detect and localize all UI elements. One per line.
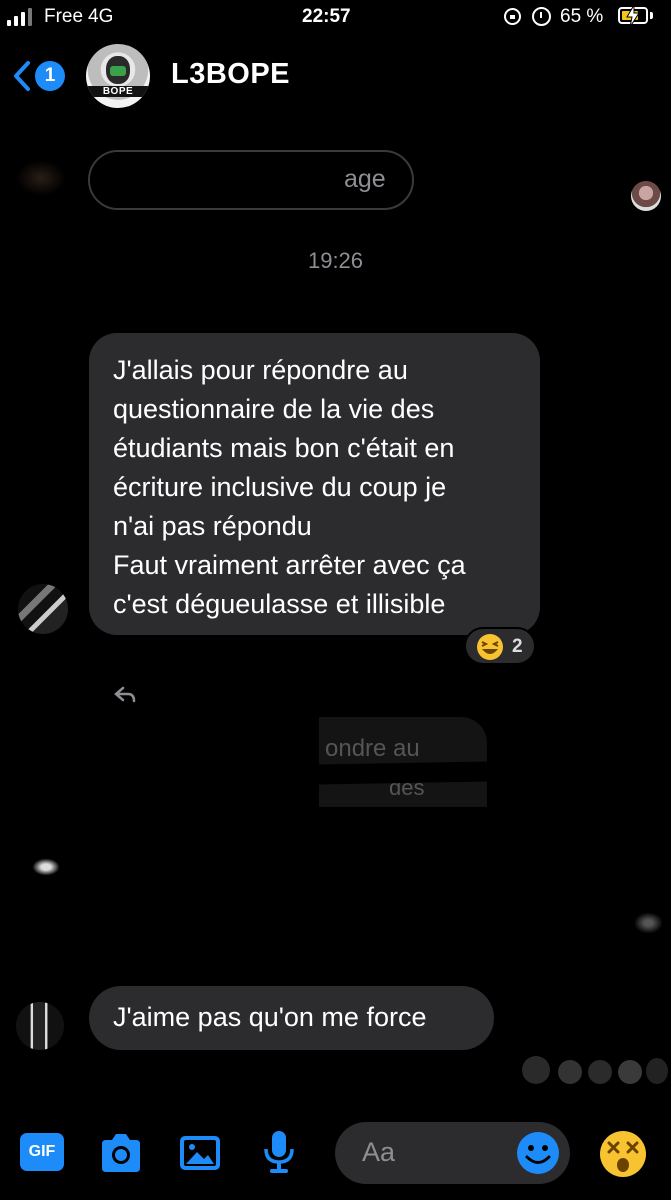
reply-icon: [114, 686, 136, 703]
message-input[interactable]: Aa: [335, 1122, 570, 1184]
reaction-count: 2: [512, 636, 523, 657]
message-input-placeholder: Aa: [362, 1137, 396, 1167]
message-line: questionnaire de la vie des: [113, 394, 435, 424]
sender-avatar[interactable]: [16, 1002, 64, 1050]
laughing-emoji-icon: [477, 634, 503, 660]
faded-bubble-text: age: [344, 165, 386, 193]
message-line: n'ai pas répondu: [113, 511, 312, 541]
message-line: J'allais pour répondre au: [113, 355, 408, 385]
message-line: écriture inclusive du coup je: [113, 472, 447, 502]
emoji-icon[interactable]: [516, 1131, 560, 1175]
redacted-receipt: [628, 908, 662, 938]
battery-percent: 65 %: [560, 6, 604, 27]
network-label: 4G: [88, 6, 114, 27]
gif-label: GIF: [28, 1143, 56, 1160]
dizzy-face-emoji-icon[interactable]: [598, 1129, 648, 1179]
timestamp: 19:26: [307, 248, 364, 273]
avatar-label: BOPE: [86, 86, 150, 97]
camera-icon[interactable]: [98, 1130, 144, 1176]
clock: 22:57: [302, 6, 351, 27]
message-bubble[interactable]: J'allais pour répondre au questionnaire …: [89, 333, 540, 635]
message-line: c'est dégueulasse et illisible: [113, 589, 446, 619]
reaction-pill[interactable]: 2: [464, 627, 536, 665]
chevron-left-icon: [14, 61, 30, 91]
redacted-reply-bubble: ondre au des: [89, 717, 487, 885]
back-button[interactable]: 1: [8, 54, 70, 98]
message-text: J'aime pas qu'on me force: [113, 1002, 427, 1032]
faded-avatar: [16, 160, 66, 196]
photo-icon[interactable]: [177, 1130, 223, 1176]
message-line: étudiants mais bon c'était en: [113, 433, 455, 463]
status-bar: Free 4G 22:57 65 %: [0, 0, 671, 36]
message-line: Faut vraiment arrêter avec ça: [113, 550, 466, 580]
faded-bubble: age: [88, 150, 414, 210]
sender-avatar[interactable]: [18, 584, 68, 634]
gif-button[interactable]: GIF: [20, 1133, 64, 1171]
signal-icon: [7, 8, 37, 26]
orientation-lock-icon: [504, 8, 521, 25]
read-receipt-avatar: [631, 181, 661, 211]
seen-avatars: [522, 1056, 668, 1086]
carrier-label: Free: [44, 6, 84, 27]
message-bubble[interactable]: J'aime pas qu'on me force: [89, 986, 494, 1050]
redacted-fragment: ondre au: [325, 735, 420, 762]
conversation-title[interactable]: L3BOPE: [171, 58, 290, 91]
microphone-icon[interactable]: [256, 1128, 302, 1174]
redacted-avatar: [22, 852, 62, 882]
avatar[interactable]: BOPE: [86, 44, 150, 108]
unread-badge: 1: [35, 61, 65, 91]
alarm-icon: [532, 7, 551, 26]
